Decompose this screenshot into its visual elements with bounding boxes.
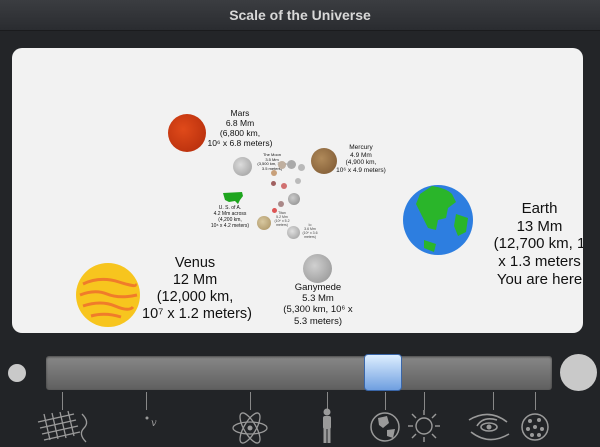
ganymede-label: Ganymede 5.3 Mm (5,300 km, 10⁶ x 5.3 met… xyxy=(283,282,353,327)
ganymede-planet[interactable] xyxy=(303,254,332,283)
earth-label: Earth 13 Mm (12,700 km, 1 x 1.3 meters Y… xyxy=(493,200,583,288)
tick-mark xyxy=(493,392,494,410)
venus-planet[interactable] xyxy=(75,262,141,328)
zoom-slider-thumb[interactable] xyxy=(364,354,402,391)
title-bar: Scale of the Universe xyxy=(0,0,600,31)
usa-map[interactable] xyxy=(222,191,244,205)
small-moon[interactable] xyxy=(295,178,301,184)
zoom-slider-track[interactable] xyxy=(46,356,552,390)
small-moon[interactable] xyxy=(278,201,284,207)
mars-label: Mars 6.8 Mm (6,800 km, 10⁶ x 6.8 meters) xyxy=(207,108,273,149)
person-icon[interactable] xyxy=(320,408,334,444)
small-moon[interactable] xyxy=(278,161,286,169)
small-moon[interactable] xyxy=(298,164,305,171)
small-moon[interactable] xyxy=(281,183,287,189)
quark-icon[interactable]: v xyxy=(140,410,164,430)
venus-label: Venus 12 Mm (12,000 km, 10⁷ x 1.2 meters… xyxy=(142,255,253,323)
mercury-label: Mercury 4.9 Mm (4,900 km, 10⁶ x 4.9 mete… xyxy=(336,144,386,174)
svg-text:v: v xyxy=(151,418,157,429)
strings-grid-icon[interactable] xyxy=(34,408,94,444)
titan-label: Titan 5.2 Mm (10⁶ x 5.2 meters) xyxy=(274,211,290,227)
app-title: Scale of the Universe xyxy=(229,7,371,23)
usa-label: U. S. of A. 4.2 Mm across (4,200 km, 10⁶… xyxy=(210,205,250,229)
small-moon[interactable] xyxy=(271,170,277,176)
earth-icon[interactable] xyxy=(369,411,401,443)
tick-mark xyxy=(535,392,536,410)
tick-mark xyxy=(250,392,251,410)
atom-icon[interactable] xyxy=(230,410,270,446)
universe-icon[interactable] xyxy=(519,411,551,443)
small-moon[interactable] xyxy=(288,193,300,205)
zoom-in-button[interactable] xyxy=(560,354,597,391)
earth-planet[interactable] xyxy=(402,184,474,256)
small-moon[interactable] xyxy=(287,160,296,169)
galaxy-icon[interactable] xyxy=(463,410,515,444)
sun-icon[interactable] xyxy=(406,408,442,444)
small-moon[interactable] xyxy=(271,181,276,186)
scale-viewport[interactable]: Mars 6.8 Mm (6,800 km, 10⁶ x 6.8 meters)… xyxy=(12,48,583,333)
zoom-out-button[interactable] xyxy=(8,364,26,382)
tick-mark xyxy=(146,392,147,410)
tick-mark xyxy=(385,392,386,410)
io-label: Io 3.6 Mm (10⁶ x 3.6 meters) xyxy=(302,223,318,239)
